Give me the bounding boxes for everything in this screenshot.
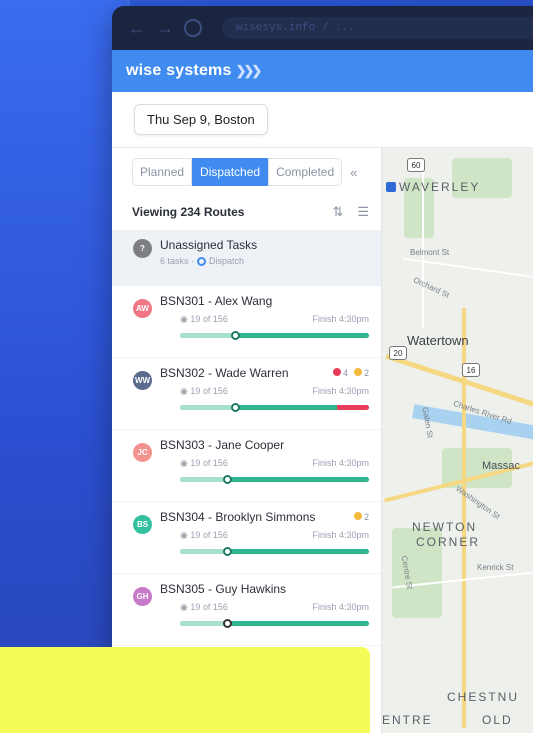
route-finish-time: Finish 4:30pm: [312, 530, 369, 540]
route-status-tabs: Planned Dispatched Completed «: [112, 148, 381, 186]
route-finish-time: Finish 4:30pm: [312, 458, 369, 468]
progress-done: [180, 405, 235, 410]
map-view[interactable]: 60 20 16 WAVERLEY Belmont St Orchard St …: [382, 148, 533, 733]
progress-marker[interactable]: [223, 475, 233, 484]
route-row[interactable]: BS BSN304 - Brooklyn Simmons 2 ◉ 19 of 1…: [112, 502, 381, 574]
route-row[interactable]: AW BSN301 - Alex Wang ◉ 19 of 156 Finish…: [112, 286, 381, 358]
route-progress: ◉ 19 of 156: [180, 458, 228, 468]
driver-avatar: JC: [133, 443, 152, 462]
unassigned-status: Dispatch: [209, 256, 245, 266]
route-progress: ◉ 19 of 156: [180, 602, 228, 612]
routes-count-row: Viewing 234 Routes ⇅ ☰: [112, 186, 381, 220]
route-16-shield: 16: [462, 363, 480, 377]
progress-done: [180, 621, 228, 626]
progress-done: [180, 549, 228, 554]
route-progress-bar: [180, 331, 369, 340]
map-label-old: OLD: [482, 713, 513, 727]
map-label-orchard: Orchard St: [411, 275, 451, 300]
routes-panel: Planned Dispatched Completed « Viewing 2…: [112, 148, 382, 733]
route-progress-bar: [180, 403, 369, 412]
date-location-chip[interactable]: Thu Sep 9, Boston: [134, 104, 268, 135]
driver-avatar: GH: [133, 587, 152, 606]
brand-logo: wise systems: [126, 62, 232, 79]
progress-marker[interactable]: [223, 547, 233, 556]
background-left: [0, 0, 130, 733]
map-label-belmont: Belmont St: [410, 248, 450, 257]
map-label-corner: CORNER: [416, 535, 481, 549]
route-row[interactable]: WW BSN302 - Wade Warren 42 ◉ 19 of 156 F…: [112, 358, 381, 430]
progress-marker[interactable]: [223, 619, 233, 628]
sort-icon[interactable]: ⇅: [332, 204, 343, 220]
unassigned-tasks-row[interactable]: ? Unassigned Tasks 6 tasks · Dispatch: [112, 230, 381, 286]
address-bar[interactable]: wisesys.info / ...: [222, 17, 533, 39]
main-content: Planned Dispatched Completed « Viewing 2…: [112, 148, 533, 733]
map-label-newton: NEWTON: [412, 520, 478, 534]
route-meta: ◉ 19 of 156 Finish 4:30pm: [180, 386, 369, 397]
route-title: BSN303 - Jane Cooper: [160, 438, 285, 452]
route-badges: 42: [332, 368, 369, 378]
route-row[interactable]: GH BSN305 - Guy Hawkins ◉ 19 of 156 Fini…: [112, 574, 381, 646]
tab-completed[interactable]: Completed: [268, 158, 343, 186]
map-label-kenrick: Kenrick St: [477, 563, 514, 572]
route-finish-time: Finish 4:30pm: [312, 602, 369, 612]
app-header: wise systems ❯❯❯: [112, 50, 533, 92]
route-progress-bar: [180, 475, 369, 484]
route-finish-time: Finish 4:30pm: [312, 386, 369, 396]
route-meta: ◉ 19 of 156 Finish 4:30pm: [180, 602, 369, 613]
route-row[interactable]: JC BSN303 - Jane Cooper ◉ 19 of 156 Fini…: [112, 430, 381, 502]
filter-sliders-icon[interactable]: ☰: [357, 204, 369, 220]
route-title: BSN305 - Guy Hawkins: [160, 582, 287, 596]
browser-toolbar: ← → wisesys.info / ...: [112, 6, 533, 50]
map-label-entre: ENTRE: [382, 713, 433, 727]
progress-marker[interactable]: [230, 403, 240, 412]
forward-arrow-icon[interactable]: →: [156, 18, 174, 39]
exception-badge: 2: [353, 368, 369, 378]
route-meta: ◉ 19 of 156 Finish 4:30pm: [180, 314, 369, 325]
highlight-block: [0, 647, 370, 733]
question-icon: ?: [133, 239, 152, 258]
unassigned-count: 6 tasks ·: [160, 256, 195, 266]
brand-chevron-icon: ❯❯❯: [235, 63, 263, 78]
unassigned-title: Unassigned Tasks: [160, 238, 258, 252]
route-progress: ◉ 19 of 156: [180, 386, 228, 396]
route-badges: 2: [353, 512, 369, 522]
route-progress: ◉ 19 of 156: [180, 530, 228, 540]
dispatch-status-icon: [197, 256, 207, 266]
route-list: AW BSN301 - Alex Wang ◉ 19 of 156 Finish…: [112, 286, 381, 646]
app-window: ← → wisesys.info / ... wise systems ❯❯❯ …: [112, 6, 533, 733]
unassigned-meta: 6 tasks · Dispatch: [160, 256, 381, 266]
progress-done: [180, 333, 235, 338]
driver-avatar: AW: [133, 299, 152, 318]
route-meta: ◉ 19 of 156 Finish 4:30pm: [180, 458, 369, 469]
driver-avatar: BS: [133, 515, 152, 534]
map-label-massac: Massac: [482, 460, 520, 472]
route-20-shield: 20: [389, 346, 407, 360]
route-meta: ◉ 19 of 156 Finish 4:30pm: [180, 530, 369, 541]
tab-planned[interactable]: Planned: [132, 158, 193, 186]
map-label-watertown: Watertown: [407, 333, 469, 348]
route-60-shield: 60: [407, 158, 425, 172]
progress-late: [336, 405, 369, 410]
route-title: BSN304 - Brooklyn Simmons: [160, 510, 316, 524]
driver-avatar: WW: [133, 371, 152, 390]
route-title: BSN301 - Alex Wang: [160, 294, 273, 308]
tab-dispatched[interactable]: Dispatched: [192, 158, 269, 186]
exception-badge: 2: [353, 512, 369, 522]
route-progress: ◉ 19 of 156: [180, 314, 228, 324]
routes-count: Viewing 234 Routes: [132, 205, 245, 219]
map-label-waverley: WAVERLEY: [386, 180, 480, 194]
collapse-panel-icon[interactable]: «: [350, 165, 357, 180]
route-finish-time: Finish 4:30pm: [312, 314, 369, 324]
route-progress-bar: [180, 547, 369, 556]
progress-marker[interactable]: [230, 331, 240, 340]
exception-badge: 4: [332, 368, 348, 378]
progress-done: [180, 477, 228, 482]
filter-bar: Thu Sep 9, Boston: [112, 92, 533, 148]
route-progress-bar: [180, 619, 369, 628]
back-arrow-icon[interactable]: ←: [128, 18, 146, 39]
map-label-chestnut: CHESTNU: [447, 690, 520, 704]
reload-icon[interactable]: [184, 19, 202, 37]
map-pin-icon: [386, 182, 396, 192]
route-title: BSN302 - Wade Warren: [160, 366, 289, 380]
